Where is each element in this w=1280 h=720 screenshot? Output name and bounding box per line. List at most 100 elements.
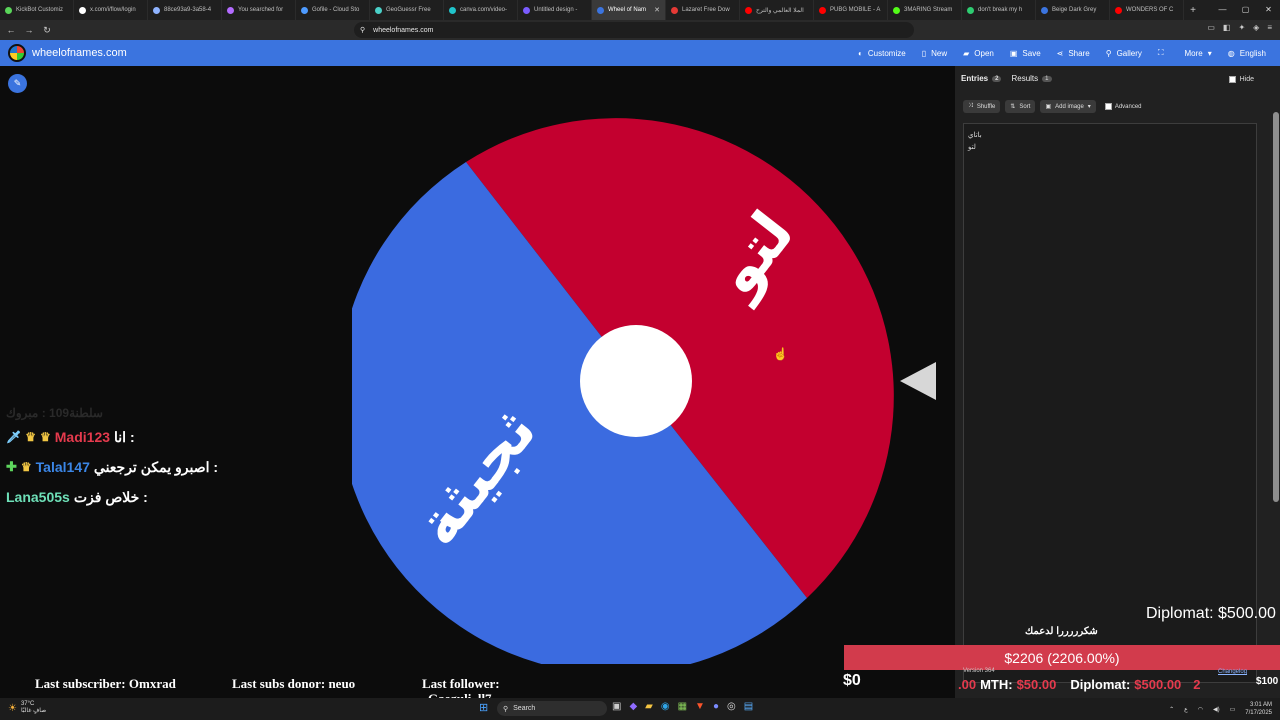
hide-checkbox[interactable]: [1228, 76, 1236, 83]
shuffle-button[interactable]: ⤨ Shuffle: [963, 100, 1001, 113]
goal-min-label: $0: [843, 672, 861, 689]
start-menu-icon[interactable]: ⊞: [479, 701, 488, 714]
menu-new-button[interactable]: ▯ New: [922, 49, 947, 58]
battery-icon[interactable]: ▭: [1230, 706, 1236, 713]
notepad-icon[interactable]: ▤: [744, 701, 753, 712]
tab-label: PUBG MOBILE - A: [830, 7, 881, 13]
goal-max-label: $100: [1256, 676, 1279, 687]
menu-customize-button[interactable]: ◐ Customize: [858, 49, 906, 58]
menu-gallery-button[interactable]: ⚲ Gallery: [1106, 49, 1142, 58]
tab-label: WONDERS OF C: [1126, 7, 1174, 13]
browser-tab[interactable]: الملا العالمي والترح: [740, 0, 814, 20]
back-icon[interactable]: ←: [4, 25, 18, 35]
tab-favicon-icon: [449, 6, 456, 14]
wheel-center-hub[interactable]: [580, 325, 692, 437]
minimize-icon[interactable]: —: [1211, 0, 1234, 20]
site-name[interactable]: wheelofnames.com: [32, 47, 127, 59]
obs-icon[interactable]: ◎: [727, 701, 736, 712]
file-explorer-icon[interactable]: ▰: [645, 701, 653, 712]
shuffle-icon: ⤨: [968, 103, 973, 109]
chat-text: انا :: [114, 428, 135, 445]
edit-pencil-button[interactable]: ✎: [8, 74, 27, 93]
url-input[interactable]: ⚲ wheelofnames.com: [354, 22, 914, 38]
wheel-logo-icon[interactable]: [8, 44, 26, 62]
task-view-icon[interactable]: ▣: [612, 701, 621, 712]
close-icon[interactable]: ✕: [1257, 0, 1280, 20]
chat-username: Madi123: [54, 429, 111, 445]
url-text: wheelofnames.com: [373, 26, 434, 34]
address-bar: ← → ↻ ⚲ wheelofnames.com ▭ ◧ ✦ ◈ ≡: [0, 20, 1280, 40]
browser-tab[interactable]: Wheel of Nam ✕: [592, 0, 666, 20]
brave-icon[interactable]: ▼: [695, 701, 705, 712]
forward-icon[interactable]: →: [22, 25, 36, 35]
menu-share-button[interactable]: ⋖ Share: [1057, 49, 1090, 58]
reload-icon[interactable]: ↻: [40, 25, 54, 36]
browser-tab[interactable]: PUBG MOBILE - A: [814, 0, 888, 20]
browser-tab[interactable]: Untitled design -: [518, 0, 592, 20]
browser-tab[interactable]: x.com/i/flow/login: [74, 0, 148, 20]
top-donor-label: Diplomat: $500.00: [1146, 605, 1276, 622]
vpn-icon[interactable]: ◈: [1253, 23, 1259, 32]
tab-favicon-icon: [375, 6, 382, 14]
language-indicator[interactable]: ع: [1184, 706, 1188, 713]
browser-tab[interactable]: GeoGuessr Free: [370, 0, 444, 20]
page-scrollbar[interactable]: [1273, 112, 1279, 502]
spin-wheel[interactable]: لتو ثجيثة: [337, 98, 922, 675]
tray-chevron-icon[interactable]: ⌃: [1169, 706, 1174, 713]
menu-open-button[interactable]: ▰ Open: [963, 49, 994, 58]
browser-tab[interactable]: Beige Dark Grey: [1036, 0, 1110, 20]
advanced-checkbox[interactable]: [1104, 103, 1112, 110]
tab-results[interactable]: Results 1: [1011, 74, 1052, 83]
tab-favicon-icon: [227, 6, 234, 14]
wifi-icon[interactable]: ◠: [1198, 706, 1203, 713]
browser-tab[interactable]: Lazaret Free Dow: [666, 0, 740, 20]
tab-entries[interactable]: Entries 2: [961, 74, 1002, 83]
menu-more-button[interactable]: More ▾: [1185, 49, 1212, 58]
store-icon[interactable]: ▦: [678, 701, 687, 712]
image-icon: ▣: [1045, 104, 1052, 110]
install-icon[interactable]: ▭: [1207, 23, 1215, 32]
browser-tab[interactable]: 88ce93a9-3a58-4: [148, 0, 222, 20]
menu-item-label: New: [931, 48, 948, 58]
browser-tab[interactable]: 3MARING Stream: [888, 0, 962, 20]
menu-save-button[interactable]: ▣ Save: [1010, 49, 1041, 58]
sidebar-icon[interactable]: ◧: [1223, 23, 1231, 32]
browser-tab[interactable]: WONDERS OF C: [1110, 0, 1184, 20]
tab-label: 3MARING Stream: [904, 7, 953, 13]
browser-tab[interactable]: KickBot Customiz: [0, 0, 74, 20]
browser-tab[interactable]: You searched for: [222, 0, 296, 20]
changelog-link[interactable]: Changelog: [1218, 669, 1247, 675]
sword-badge-icon: 🗡: [6, 430, 22, 444]
menu-english-button[interactable]: ◍ English: [1228, 49, 1266, 58]
add-image-button[interactable]: ▣ Add image ▾: [1040, 100, 1096, 113]
chat-username: Talal147: [35, 459, 90, 475]
browser-tab[interactable]: don't break my h: [962, 0, 1036, 20]
donation-goal-bar: $2206 (2206.00%): [844, 645, 1280, 670]
hide-toggle[interactable]: Hide: [1228, 76, 1254, 83]
advanced-toggle[interactable]: Advanced: [1104, 103, 1142, 110]
sort-button[interactable]: ⇅ Sort: [1005, 100, 1036, 113]
site-info-icon[interactable]: ⚲: [360, 26, 365, 34]
extensions-icon[interactable]: ✦: [1238, 23, 1245, 32]
tab-favicon-icon: [301, 6, 308, 14]
tab-favicon-icon: [5, 6, 12, 14]
clock[interactable]: 3:01 AM 7/17/2025: [1245, 701, 1272, 717]
volume-icon[interactable]: ◀): [1213, 706, 1220, 713]
maximize-icon[interactable]: ▢: [1234, 0, 1257, 20]
tab-close-icon[interactable]: ✕: [654, 6, 660, 14]
tab-label: Wheel of Nam: [608, 7, 647, 13]
new-tab-icon[interactable]: +: [1184, 5, 1202, 16]
tab-label: Untitled design -: [534, 7, 578, 13]
browser-tab[interactable]: Gofile - Cloud Sto: [296, 0, 370, 20]
discord-icon[interactable]: ●: [713, 701, 719, 712]
edge-icon[interactable]: ◉: [661, 701, 670, 712]
entries-textarea[interactable]: باتاي لتو: [963, 123, 1257, 683]
copilot-icon[interactable]: ◆: [629, 701, 637, 712]
tab-results-label: Results: [1011, 74, 1039, 83]
browser-tab[interactable]: canva.com/video-: [444, 0, 518, 20]
brave-menu-icon[interactable]: ≡: [1267, 23, 1272, 32]
weather-widget[interactable]: ☀ 37°C صافٍ غالبًا: [8, 701, 46, 715]
menu-fullscreen-button[interactable]: ⛶: [1158, 48, 1169, 58]
folder-icon: ▰: [963, 48, 970, 58]
taskbar-search[interactable]: ⚲ Search: [497, 701, 607, 716]
